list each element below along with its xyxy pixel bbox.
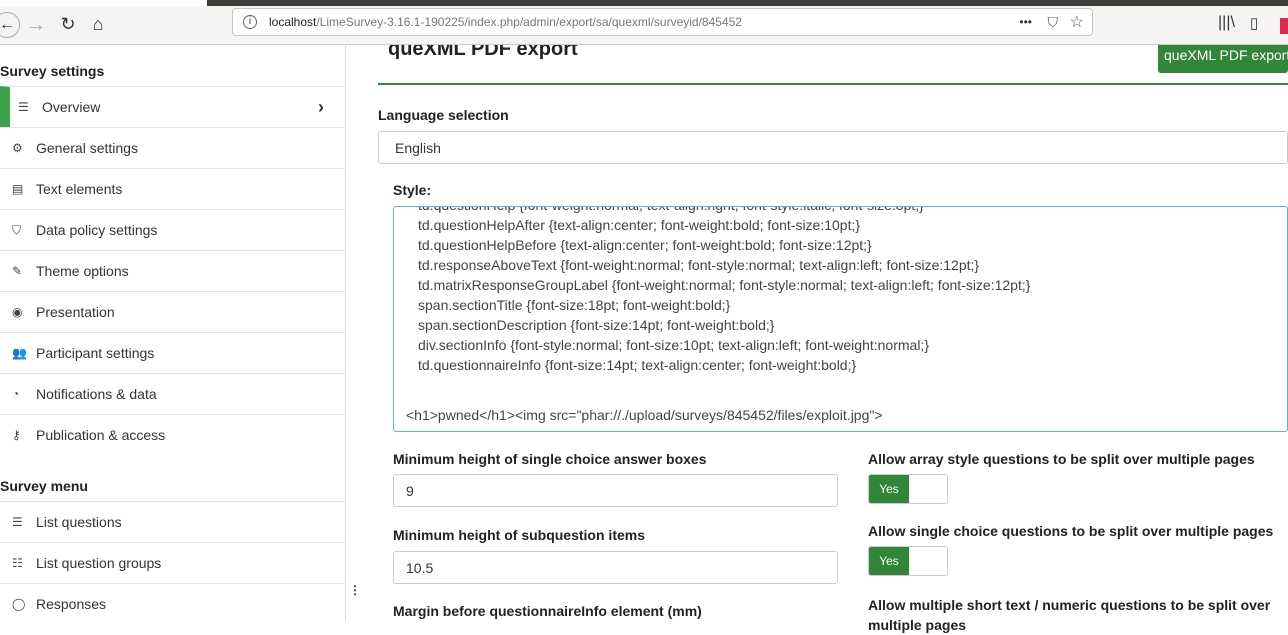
- style-line: div.sectionInfo {font-style:normal; font…: [418, 337, 929, 353]
- sidebar-item-label: List questions: [36, 514, 122, 530]
- chevron-right-icon: ›: [318, 96, 324, 117]
- url-bar[interactable]: i localhost/LimeSurvey-3.16.1-190225/ind…: [232, 8, 1093, 36]
- min-single-input[interactable]: 9: [393, 474, 838, 507]
- sidebar-item-label: Presentation: [36, 304, 115, 320]
- key-icon: ⚷: [12, 428, 21, 442]
- gears-icon: ⚙: [12, 141, 23, 155]
- reload-button[interactable]: ↻: [56, 14, 80, 35]
- home-button[interactable]: ⌂: [86, 14, 110, 35]
- array-split-label: Allow array style questions to be split …: [868, 451, 1255, 467]
- sidebar-item-data-policy-settings[interactable]: ⛉ Data policy settings: [0, 209, 346, 250]
- sidebar-item-label: Overview: [42, 99, 101, 115]
- sidebar-toggle-icon[interactable]: ▯: [1250, 14, 1258, 32]
- rss-icon: ◔: [12, 387, 20, 401]
- sidebar-item-notifications-data[interactable]: ◔ Notifications & data: [0, 373, 346, 414]
- survey-menu-header: Survey menu: [0, 478, 88, 494]
- sidebar-item-general-settings[interactable]: ⚙ General settings: [0, 127, 346, 168]
- style-line: td.questionnaireInfo {font-size:14pt; te…: [418, 357, 857, 373]
- th-list-icon: ☷: [12, 556, 23, 570]
- list-icon: ☰: [12, 515, 23, 529]
- info-icon[interactable]: i: [243, 15, 257, 29]
- library-icon[interactable]: |||\: [1218, 14, 1235, 32]
- page-actions-icon[interactable]: •••: [1019, 15, 1032, 29]
- language-label: Language selection: [378, 107, 509, 123]
- sidebar-item-label: Data policy settings: [36, 222, 158, 238]
- sidebar-item-label: Publication & access: [36, 427, 166, 443]
- style-line: td.matrixResponseGroupLabel {font-weight…: [418, 277, 1031, 293]
- style-line: td.questionHelpBefore {text-align:center…: [418, 237, 872, 253]
- pocket-icon[interactable]: ⛉: [1048, 14, 1059, 31]
- shield-icon: ⛉: [12, 222, 22, 237]
- title-divider: [378, 83, 1288, 85]
- sidebar-resize-handle[interactable]: ⋮: [349, 583, 361, 597]
- url-host: localhost: [269, 15, 317, 29]
- sidebar-item-label: Participant settings: [36, 345, 155, 361]
- sidebar-item-presentation[interactable]: ◉ Presentation: [0, 291, 346, 332]
- sidebar-item-list-question-groups[interactable]: ☷ List question groups: [0, 542, 346, 583]
- comment-icon: ◯: [12, 597, 26, 611]
- sidebar-item-publication-access[interactable]: ⚷ Publication & access: [0, 414, 346, 455]
- eye-slash-icon: ◉: [12, 305, 23, 319]
- single-split-label: Allow single choice questions to be spli…: [868, 523, 1274, 539]
- forward-button[interactable]: →: [24, 14, 48, 37]
- min-sub-label: Minimum height of subquestion items: [393, 527, 645, 543]
- sidebar-item-label: List question groups: [36, 555, 162, 571]
- style-line: span.sectionTitle {font-size:18pt; font-…: [418, 297, 731, 313]
- url-path: /LimeSurvey-3.16.1-190225/index.php/admi…: [316, 15, 742, 29]
- style-line: td.responseAboveText {font-weight:normal…: [418, 257, 980, 273]
- sidebar-item-theme-options[interactable]: ✎ Theme options: [0, 250, 346, 291]
- min-sub-input[interactable]: 10.5: [393, 551, 838, 584]
- toggle-yes: Yes: [869, 547, 909, 575]
- language-select[interactable]: English: [378, 131, 1288, 164]
- style-line: td.questionHelpAfter {text-align:center;…: [418, 217, 861, 233]
- style-label: Style:: [393, 182, 432, 198]
- sidebar-item-label: Text elements: [36, 181, 123, 197]
- min-single-label: Minimum height of single choice answer b…: [393, 451, 707, 467]
- style-line-injected: <h1>pwned</h1><img src="phar://./upload/…: [406, 407, 883, 423]
- sidebar-item-label: Notifications & data: [36, 386, 157, 402]
- style-line: span.sectionDescription {font-size:14pt;…: [418, 317, 775, 333]
- array-split-toggle[interactable]: Yes: [868, 474, 948, 504]
- style-line: td.questionHelp {font-weight:normal; tex…: [418, 207, 924, 213]
- sidebar-item-label: General settings: [36, 140, 138, 156]
- sidebar-item-participant-settings[interactable]: 👥 Participant settings: [0, 332, 346, 373]
- bookmark-star-icon[interactable]: ☆: [1070, 12, 1084, 32]
- sidebar-item-list-questions[interactable]: ☰ List questions: [0, 501, 346, 542]
- sidebar-item-responses[interactable]: ◯ Responses: [0, 583, 346, 624]
- sidebar-item-label: Theme options: [36, 263, 129, 279]
- paint-brush-icon: ✎: [12, 264, 23, 278]
- sidebar-item-label: Responses: [36, 596, 107, 612]
- browser-toolbar: ← → ↻ ⌂ i localhost/LimeSurvey-3.16.1-19…: [0, 6, 1288, 45]
- file-text-icon: ▤: [12, 182, 24, 196]
- survey-settings-header: Survey settings: [0, 63, 105, 79]
- style-textarea[interactable]: td.questionHelp {font-weight:normal; tex…: [393, 206, 1288, 432]
- extension-icon[interactable]: [1280, 18, 1288, 34]
- toggle-yes: Yes: [869, 475, 909, 503]
- multi-split-label: Allow multiple short text / numeric ques…: [868, 597, 1271, 633]
- single-split-toggle[interactable]: Yes: [868, 546, 948, 576]
- list-icon: ☰: [18, 100, 29, 114]
- sidebar: Survey settings ☰ Overview › ⚙ General setti…: [0, 45, 346, 621]
- margin-label: Margin before questionnaireInfo element …: [393, 603, 702, 619]
- sidebar-item-text-elements[interactable]: ▤ Text elements: [0, 168, 346, 209]
- sidebar-item-overview[interactable]: ☰ Overview ›: [0, 86, 346, 127]
- back-button[interactable]: ←: [0, 12, 20, 38]
- users-icon: 👥: [12, 346, 27, 360]
